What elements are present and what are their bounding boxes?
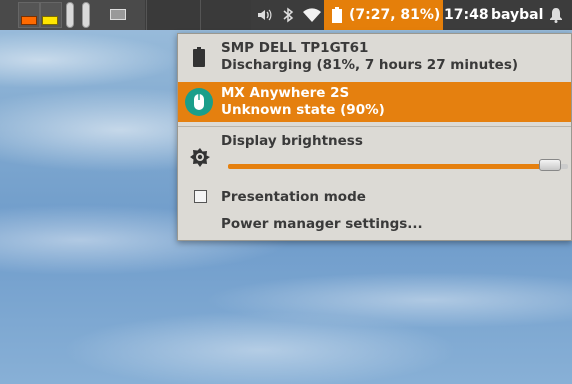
power-manager-settings-label: Power manager settings... [221, 216, 423, 232]
power-manager-settings-item[interactable]: Power manager settings... [178, 211, 571, 237]
top-panel: (7:27, 81%) 17:48 baybal [0, 0, 572, 30]
cpu-load-bar [21, 16, 37, 25]
taskbar-slot-1[interactable] [146, 0, 200, 30]
mouse-icon [184, 87, 214, 121]
wifi-icon[interactable] [302, 0, 324, 30]
power-menu: SMP DELL TP1GT61 Discharging (81%, 7 hou… [177, 33, 572, 241]
device-name: MX Anywhere 2S [221, 85, 350, 101]
workspace-pager[interactable] [0, 0, 145, 30]
battery-icon [332, 7, 342, 23]
taskbar-slot-2[interactable] [200, 0, 251, 30]
bluetooth-icon[interactable] [282, 0, 296, 30]
device-item-mouse[interactable]: MX Anywhere 2S Unknown state (90%) [178, 82, 571, 122]
battery-indicator[interactable]: (7:27, 81%) [324, 0, 443, 30]
brightness-slider[interactable] [228, 159, 568, 171]
device-status: Unknown state (90%) [221, 102, 385, 118]
device-status: Discharging (81%, 7 hours 27 minutes) [221, 57, 519, 73]
user-name[interactable]: baybal [491, 0, 543, 30]
volume-icon[interactable] [256, 0, 274, 30]
memory-load-bar [42, 16, 58, 25]
battery-icon [193, 47, 205, 71]
presentation-mode-item[interactable]: Presentation mode [178, 184, 571, 210]
slider-fill [228, 164, 562, 169]
brightness-label: Display brightness [221, 133, 363, 149]
slider-handle[interactable] [539, 159, 562, 171]
window-icon[interactable] [110, 9, 126, 20]
device-name: SMP DELL TP1GT61 [221, 40, 369, 56]
clock[interactable]: 17:48 [444, 0, 489, 30]
monitor-pill-1 [66, 2, 74, 28]
device-item-laptop-battery[interactable]: SMP DELL TP1GT61 Discharging (81%, 7 hou… [178, 34, 571, 82]
brightness-icon [190, 147, 210, 171]
notification-bell-icon[interactable] [549, 0, 565, 30]
brightness-item: Display brightness [178, 127, 571, 179]
presentation-mode-checkbox[interactable] [194, 190, 207, 203]
presentation-mode-label: Presentation mode [221, 189, 366, 205]
monitor-pill-2 [82, 2, 90, 28]
battery-status-text: (7:27, 81%) [349, 7, 441, 23]
